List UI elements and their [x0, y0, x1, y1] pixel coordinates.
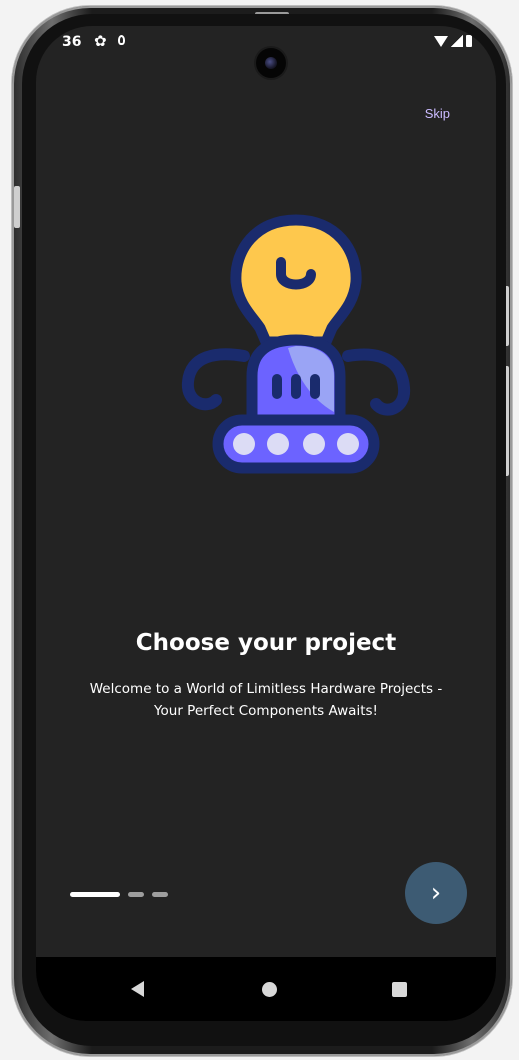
skip-button[interactable]: Skip [425, 106, 450, 121]
page-indicator [70, 892, 168, 897]
recents-icon[interactable] [392, 982, 407, 997]
status-icons [434, 34, 472, 47]
next-button[interactable]: › [405, 862, 467, 924]
gear-icon: ✿ [94, 32, 107, 50]
navigation-bar [36, 957, 496, 1021]
battery-icon [466, 35, 472, 47]
signal-icon [451, 35, 463, 47]
page-subtitle: Welcome to a World of Limitless Hardware… [56, 678, 476, 722]
device-screenshot: 36 ✿ Skip Choose your project Welcome to… [0, 0, 519, 1060]
back-icon[interactable] [131, 981, 144, 997]
side-button [14, 186, 20, 228]
subtitle-line-2: Your Perfect Components Awaits! [154, 703, 378, 719]
status-time: 36 [62, 34, 82, 50]
page-dot-3 [152, 892, 168, 897]
robot-lightbulb-icon [181, 214, 411, 474]
front-camera [256, 48, 286, 78]
page-dot-2 [128, 892, 144, 897]
chevron-right-icon: › [430, 878, 442, 908]
wifi-icon [434, 36, 448, 47]
page-title: Choose your project [135, 630, 397, 656]
subtitle-line-1: Welcome to a World of Limitless Hardware… [89, 681, 443, 697]
location-icon [118, 35, 125, 45]
page-dot-1 [70, 892, 120, 897]
app-screen: 36 ✿ Skip Choose your project Welcome to… [36, 26, 496, 1021]
home-icon[interactable] [262, 982, 277, 997]
